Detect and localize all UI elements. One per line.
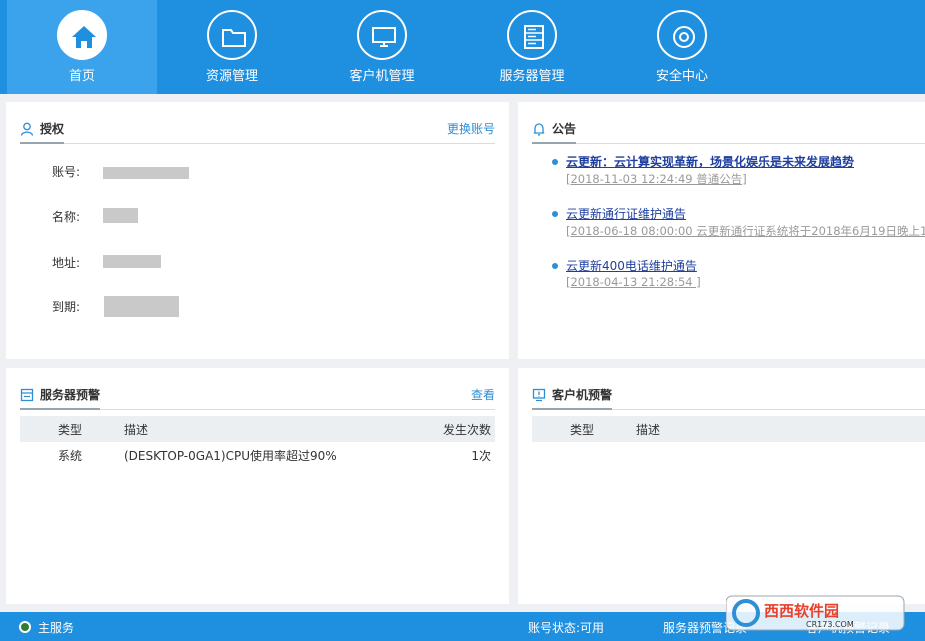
server-alerts-header: 服务器预警 查看: [20, 382, 495, 410]
client-alerts-title: 客户机预警: [532, 383, 613, 410]
nav-security-label: 安全中心: [655, 69, 708, 84]
column-type: 类型: [58, 423, 83, 437]
server-alerts-title: 服务器预警: [20, 383, 101, 410]
table-row[interactable]: 系统 (DESKTOP-0GA1)CPU使用率超过90% 1次: [20, 442, 495, 468]
service-label: 主服务: [38, 621, 75, 635]
column-description: 描述: [636, 423, 661, 437]
service-status-icon: [19, 621, 31, 633]
column-count: 发生次数: [442, 423, 491, 437]
server-alert-icon: [20, 388, 34, 402]
nav-home-label: 首页: [68, 69, 95, 84]
folder-icon: [207, 10, 257, 60]
announcement-title-link[interactable]: 云更新通行证维护通告: [566, 205, 686, 222]
watermark-logo: 西西软件园 CR173.COM: [726, 595, 905, 631]
expiry-label: 到期:: [52, 300, 81, 314]
auth-title-text: 授权: [40, 122, 65, 136]
auth-panel-title: 授权: [20, 117, 65, 144]
monitor-icon: [357, 10, 407, 60]
announcement-title-link[interactable]: 云更新：云计算实现革新，场景化娱乐是未来发展趋势: [566, 153, 854, 170]
nav-security[interactable]: 安全中心: [607, 0, 757, 94]
name-value-redacted: [103, 208, 138, 223]
server-alerts-table-header: 类型 描述 发生次数: [20, 416, 495, 442]
client-alerts-panel: 客户机预警 类型 描述: [518, 368, 925, 604]
announcements-panel: 公告 云更新：云计算实现革新，场景化娱乐是未来发展趋势 [2018-11-03 …: [518, 102, 925, 359]
bullet-dot: [552, 263, 558, 269]
account-status: 账号状态:可用: [528, 621, 605, 635]
switch-account-link[interactable]: 更换账号: [447, 120, 495, 137]
address-value-redacted: [103, 255, 161, 268]
nav-clients[interactable]: 客户机管理: [307, 0, 457, 94]
announcements-header: 公告: [532, 116, 925, 144]
target-icon: [657, 10, 707, 60]
announcement-meta: [2018-06-18 08:00:00 云更新通行证系统将于2018年6月19…: [566, 224, 925, 238]
auth-panel: 授权 更换账号 账号: 名称: 地址: 到期:: [6, 102, 509, 359]
client-alerts-table-header: 类型 描述: [532, 416, 925, 442]
top-navigation: 首页 资源管理 客户机管理 服务器管理 安全中心: [0, 0, 925, 94]
expiry-value-redacted: [104, 296, 179, 317]
nav-resources-label: 资源管理: [205, 69, 258, 84]
name-label: 名称:: [52, 210, 81, 224]
address-label: 地址:: [52, 256, 81, 270]
home-icon: [57, 10, 107, 60]
announcements-title: 公告: [532, 117, 577, 144]
server-icon: [507, 10, 557, 60]
svg-text:西西软件园: 西西软件园: [764, 602, 839, 620]
column-description: 描述: [124, 423, 149, 437]
svg-text:CR173.COM: CR173.COM: [806, 620, 854, 629]
announcement-meta: [2018-11-03 12:24:49 普通公告]: [566, 172, 747, 186]
client-alerts-title-text: 客户机预警: [552, 388, 613, 402]
server-alerts-title-text: 服务器预警: [40, 388, 101, 402]
row-count: 1次: [471, 449, 491, 463]
server-alerts-panel: 服务器预警 查看 类型 描述 发生次数 系统 (DESKTOP-0GA1)CPU…: [6, 368, 509, 604]
nav-clients-label: 客户机管理: [349, 69, 415, 84]
announcements-title-text: 公告: [552, 122, 577, 136]
nav-servers[interactable]: 服务器管理: [457, 0, 607, 94]
announcement-meta: [2018-04-13 21:28:54 ]: [566, 275, 701, 289]
row-description: (DESKTOP-0GA1)CPU使用率超过90%: [124, 449, 337, 463]
announcement-title-link[interactable]: 云更新400电话维护通告: [566, 257, 697, 274]
nav-servers-label: 服务器管理: [499, 69, 565, 84]
row-type: 系统: [58, 449, 83, 463]
user-icon: [20, 122, 34, 136]
bullet-dot: [552, 211, 558, 217]
client-alerts-header: 客户机预警: [532, 382, 925, 410]
nav-home[interactable]: 首页: [7, 0, 157, 94]
account-label: 账号:: [52, 165, 81, 179]
bell-icon: [533, 123, 545, 136]
bullet-dot: [552, 159, 558, 165]
auth-panel-header: 授权 更换账号: [20, 116, 495, 144]
client-alert-icon: [532, 388, 546, 402]
column-type: 类型: [570, 423, 595, 437]
nav-resources[interactable]: 资源管理: [157, 0, 307, 94]
account-value-redacted: [103, 167, 189, 179]
view-server-alerts-link[interactable]: 查看: [471, 386, 495, 403]
